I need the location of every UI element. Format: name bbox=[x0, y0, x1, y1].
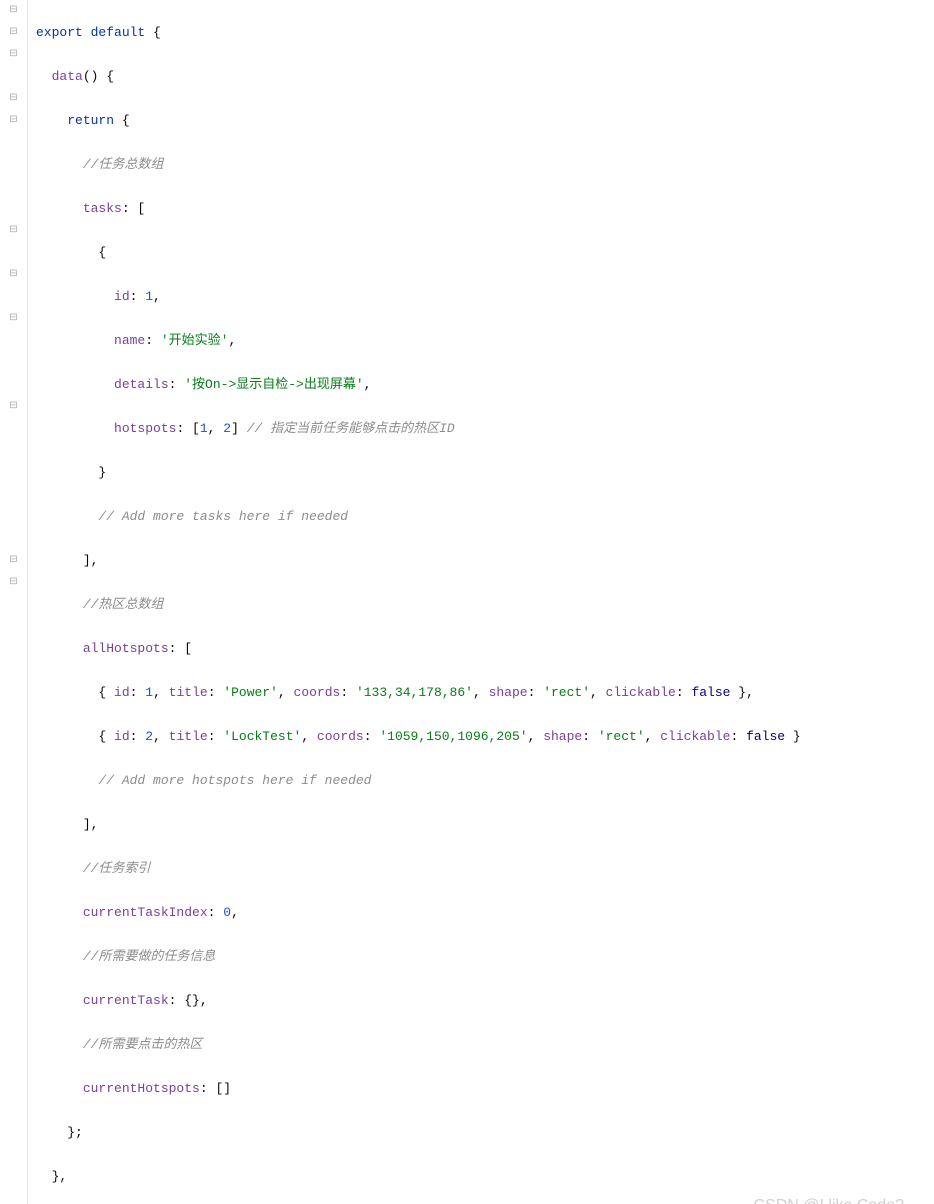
fold-icon[interactable]: ⊟ bbox=[8, 550, 19, 572]
str-details: '按On->显示自检->出现屏幕' bbox=[184, 377, 363, 392]
prop-hotspots: hotspots bbox=[114, 421, 176, 436]
fold-icon[interactable]: ⊟ bbox=[8, 572, 19, 594]
keyword-default: default bbox=[91, 25, 146, 40]
comment: //热区总数组 bbox=[83, 597, 164, 612]
prop-tasks: tasks bbox=[83, 201, 122, 216]
prop-allhotspots: allHotspots bbox=[83, 641, 169, 656]
fold-icon[interactable]: ⊟ bbox=[8, 396, 19, 418]
fold-icon[interactable]: ⊟ bbox=[8, 22, 19, 44]
keyword-return: return bbox=[67, 113, 114, 128]
str-name: '开始实验' bbox=[161, 333, 229, 348]
fold-gutter: ⊟ ⊟ ⊟ ⊟ ⊟ ⊟ ⊟ ⊟ ⊟ ⊟ ⊟ bbox=[0, 0, 28, 1204]
method-data: data bbox=[52, 69, 83, 84]
comment: //所需要点击的热区 bbox=[83, 1037, 203, 1052]
fold-icon[interactable]: ⊟ bbox=[8, 264, 19, 286]
keyword-export: export bbox=[36, 25, 83, 40]
prop-currenttaskindex: currentTaskIndex bbox=[83, 905, 208, 920]
fold-icon[interactable]: ⊟ bbox=[8, 88, 19, 110]
fold-icon[interactable]: ⊟ bbox=[8, 220, 19, 242]
fold-icon[interactable]: ⊟ bbox=[8, 110, 19, 132]
fold-icon[interactable]: ⊟ bbox=[8, 308, 19, 330]
comment: // Add more hotspots here if needed bbox=[98, 773, 371, 788]
prop-name: name bbox=[114, 333, 145, 348]
comment: // 指定当前任务能够点击的热区ID bbox=[247, 421, 455, 436]
prop-currenttask: currentTask bbox=[83, 993, 169, 1008]
num-1: 1 bbox=[145, 289, 153, 304]
code-editor: ⊟ ⊟ ⊟ ⊟ ⊟ ⊟ ⊟ ⊟ ⊟ ⊟ ⊟ export default { d… bbox=[0, 0, 934, 1204]
prop-id: id bbox=[114, 289, 130, 304]
comment: // Add more tasks here if needed bbox=[98, 509, 348, 524]
fold-icon[interactable]: ⊟ bbox=[8, 0, 19, 22]
comment: //任务总数组 bbox=[83, 157, 164, 172]
prop-currenthotspots: currentHotspots bbox=[83, 1081, 200, 1096]
fold-icon[interactable]: ⊟ bbox=[8, 44, 19, 66]
prop-details: details bbox=[114, 377, 169, 392]
code-content[interactable]: export default { data() { return { //任务总… bbox=[28, 0, 801, 1204]
comment: //任务索引 bbox=[83, 861, 151, 876]
comment: //所需要做的任务信息 bbox=[83, 949, 216, 964]
